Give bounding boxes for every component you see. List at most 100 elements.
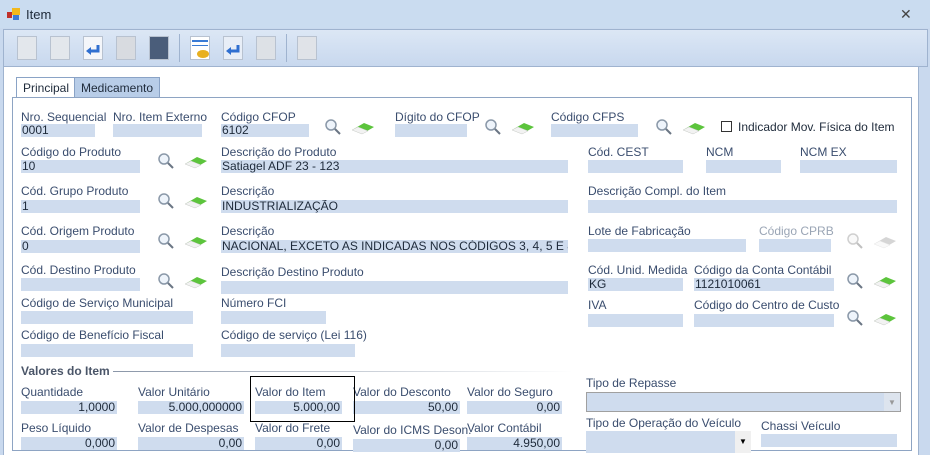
search-digito-cfop-icon[interactable]: [484, 118, 502, 136]
codigo-cprb-label: Código CPRB: [759, 224, 834, 238]
ipi-button[interactable]: [220, 34, 246, 62]
valor-despesas-label: Valor de Despesas: [138, 421, 239, 435]
search-cfps-icon[interactable]: [655, 118, 673, 136]
numero-fci-input[interactable]: [221, 311, 326, 324]
beneficio-fiscal-input[interactable]: [21, 344, 193, 357]
search-produto-icon[interactable]: [157, 152, 175, 170]
valor-seguro-input[interactable]: 0,00: [467, 401, 562, 414]
new-button[interactable]: [14, 34, 40, 62]
lock-button[interactable]: [294, 34, 320, 62]
chassi-veiculo-input[interactable]: [761, 434, 897, 447]
ncm-input[interactable]: [706, 160, 781, 173]
save-button[interactable]: [146, 34, 172, 62]
cod-origem-produto-label: Cód. Origem Produto: [21, 224, 135, 238]
iva-input[interactable]: [588, 314, 683, 327]
cod-destino-produto-input[interactable]: [21, 278, 140, 291]
cod-unid-medida-input[interactable]: KG: [588, 278, 683, 291]
ncm-label: NCM: [706, 145, 734, 159]
search-cfop-icon[interactable]: [324, 118, 342, 136]
descricao-grupo-input[interactable]: INDUSTRIALIZAÇÃO: [221, 200, 568, 213]
delete-button[interactable]: [113, 34, 139, 62]
chevron-down-icon[interactable]: ▼: [735, 431, 751, 453]
calc-button[interactable]: [187, 34, 213, 62]
search-origem-icon[interactable]: [157, 232, 175, 250]
conta-contabil-input[interactable]: 1121010061: [694, 278, 834, 291]
search-cprb-icon[interactable]: [846, 232, 864, 250]
nro-sequencial-label: Nro. Sequencial: [21, 110, 107, 124]
valor-desconto-input[interactable]: 50,00: [353, 401, 460, 414]
codigo-cfps-label: Código CFPS: [551, 110, 625, 124]
cod-origem-produto-input[interactable]: 0: [21, 240, 140, 253]
numero-fci-label: Número FCI: [221, 296, 287, 310]
peso-liquido-input[interactable]: 0,000: [21, 437, 117, 450]
clear-produto-icon[interactable]: [183, 154, 209, 170]
centro-custo-label: Código do Centro de Custo: [694, 298, 840, 312]
edit-icon: [50, 36, 70, 60]
codigo-cfps-input[interactable]: [551, 124, 638, 137]
descricao-produto-label: Descrição do Produto: [221, 145, 337, 159]
edit-button[interactable]: [47, 34, 73, 62]
descricao-produto-input[interactable]: Satiagel ADF 23 - 123: [221, 160, 568, 173]
clear-cfps-icon[interactable]: [681, 120, 707, 136]
valor-frete-input[interactable]: 0,00: [255, 437, 342, 450]
title-bar: Item ✕: [0, 0, 930, 28]
undo-button[interactable]: [80, 34, 106, 62]
valor-despesas-input[interactable]: 0,00: [138, 437, 244, 450]
search-grupo-icon[interactable]: [157, 192, 175, 210]
indicador-mov-fisica-checkbox[interactable]: [721, 121, 732, 132]
servico-lei116-input[interactable]: [221, 344, 355, 357]
valor-frete-label: Valor do Frete: [255, 421, 331, 435]
tab-medicamento[interactable]: Medicamento: [74, 77, 161, 98]
undo-icon: [83, 36, 103, 60]
nro-sequencial-input[interactable]: 0001: [21, 124, 95, 137]
centro-custo-input[interactable]: [694, 314, 834, 327]
search-centro-custo-icon[interactable]: [846, 309, 864, 327]
window-title: Item: [26, 7, 52, 22]
valor-unitario-label: Valor Unitário: [138, 385, 210, 399]
clear-conta-contabil-icon[interactable]: [872, 274, 898, 290]
valores-section-title: Valores do Item: [21, 364, 110, 378]
clear-destino-icon[interactable]: [183, 274, 209, 290]
valor-icms-deson-input[interactable]: 0,00: [353, 439, 460, 452]
codigo-produto-input[interactable]: 10: [21, 160, 140, 173]
tipo-operacao-veiculo-select[interactable]: ▼: [586, 431, 751, 453]
servico-municipal-input[interactable]: [21, 311, 193, 324]
close-button[interactable]: ✕: [900, 6, 912, 23]
report-icon: [256, 36, 276, 60]
beneficio-fiscal-label: Código de Benefício Fiscal: [21, 328, 164, 342]
valor-unitario-input[interactable]: 5.000,000000: [138, 401, 244, 414]
cod-cest-input[interactable]: [588, 160, 683, 173]
nro-item-externo-input[interactable]: [113, 124, 202, 137]
tipo-repasse-select[interactable]: ▼: [586, 392, 901, 412]
ncm-ex-input[interactable]: [800, 160, 897, 173]
search-destino-icon[interactable]: [157, 272, 175, 290]
valor-contabil-input[interactable]: 4.950,00: [467, 437, 562, 450]
clear-digito-cfop-icon[interactable]: [510, 120, 536, 136]
digito-cfop-input[interactable]: [395, 124, 467, 137]
descricao-destino-label: Descrição Destino Produto: [221, 265, 364, 279]
codigo-cprb-input[interactable]: [759, 239, 831, 252]
descricao-compl-input[interactable]: [588, 200, 897, 213]
clear-cprb-icon[interactable]: [872, 234, 898, 250]
quantidade-input[interactable]: 1,0000: [21, 401, 117, 414]
codigo-cfop-input[interactable]: 6102: [221, 124, 309, 137]
chevron-down-icon[interactable]: ▼: [884, 393, 900, 411]
clear-origem-icon[interactable]: [183, 234, 209, 250]
clear-cfop-icon[interactable]: [350, 120, 376, 136]
descricao-compl-label: Descrição Compl. do Item: [588, 184, 727, 198]
scrollbar[interactable]: [918, 67, 930, 455]
descricao-destino-input[interactable]: [221, 281, 568, 294]
save-icon: [149, 36, 169, 60]
lote-fabricacao-input[interactable]: [588, 239, 746, 252]
cod-unid-medida-label: Cód. Unid. Medida: [588, 263, 688, 277]
clear-centro-custo-icon[interactable]: [872, 311, 898, 327]
descricao-origem-input[interactable]: NACIONAL, EXCETO AS INDICADAS NOS CÓDIGO…: [221, 240, 568, 253]
search-conta-contabil-icon[interactable]: [846, 272, 864, 290]
clear-grupo-icon[interactable]: [183, 194, 209, 210]
toolbar-separator: [179, 34, 180, 62]
codigo-produto-label: Código do Produto: [21, 145, 122, 159]
report-button[interactable]: [253, 34, 279, 62]
cod-grupo-produto-input[interactable]: 1: [21, 200, 140, 213]
servico-lei116-label: Código de serviço (Lei 116): [221, 328, 367, 342]
lock-icon: [297, 36, 317, 60]
